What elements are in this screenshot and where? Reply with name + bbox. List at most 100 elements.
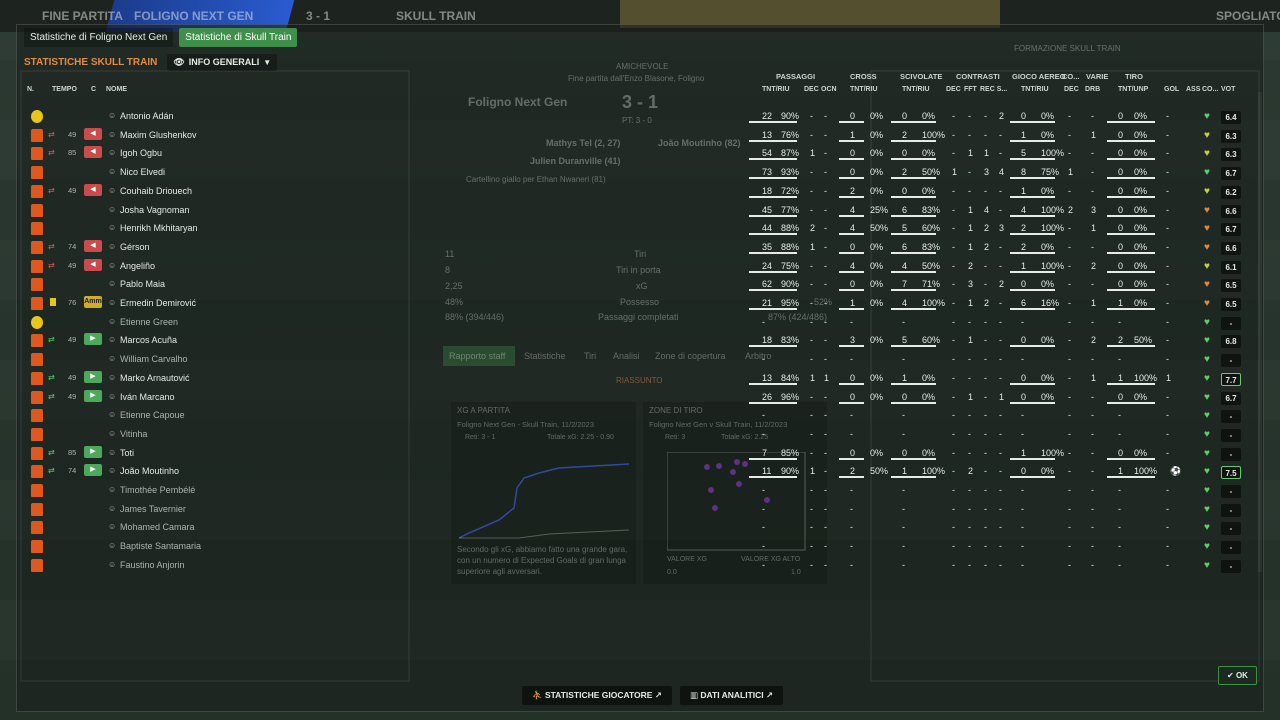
player-name[interactable]: Toti	[120, 448, 134, 458]
table-row[interactable]: ☺ Etienne Green - - - - - - - - - - - - - - ♥ -	[24, 314, 1252, 332]
player-name[interactable]: Henrikh Mkhitaryan	[120, 223, 198, 233]
table-row[interactable]: ☺ Josha Vagnoman 45 77% - -4 25% 6 83% -1 4-4 100% 2…	[24, 202, 1252, 220]
tab-away-stats[interactable]: Statistiche di Skull Train	[179, 28, 298, 47]
player-name[interactable]: Vitinha	[120, 429, 147, 439]
player-name[interactable]: Marko Arnautović	[120, 373, 190, 383]
column-header-4[interactable]: TNT/RIU	[762, 86, 790, 93]
ok-button[interactable]: ✔ OK	[1218, 666, 1257, 685]
player-profile-icon[interactable]: ☺	[108, 167, 116, 176]
player-profile-icon[interactable]: ☺	[108, 522, 116, 531]
player-profile-icon[interactable]: ☺	[108, 354, 116, 363]
player-stats-button[interactable]: ⛹ STATISTICHE GIOCATORE ↗	[522, 686, 672, 705]
player-name[interactable]: Pablo Maia	[120, 279, 165, 289]
player-name[interactable]: Marcos Acuña	[120, 335, 177, 345]
table-row[interactable]: ⇄ ◀ 74 ☺ Gérson 35 88% 1-0 0% 6 83% -1 2-2 0% - -0 0% - ♥ 6…	[24, 239, 1252, 257]
info-dropdown[interactable]: 👁 INFO GENERALI ▼	[167, 54, 278, 71]
player-name[interactable]: Timothée Pembélé	[120, 485, 195, 495]
table-row[interactable]: ⇄ ◀ 49 ☺ Maxim Glushenkov 13 76% - -1 0% 2 100% - - - -…	[24, 127, 1252, 145]
table-row[interactable]: ⇄ ◀ 85 ☺ Igoh Ogbu 54 87% 1-0 0% 0 0% -1 1-5 100% - -0 0…	[24, 145, 1252, 163]
player-profile-icon[interactable]: ☺	[108, 504, 116, 513]
table-row[interactable]: ☺ Antonio Adán 22 90% - -0 0% 0 0% - - -2 0 0% - -0 0% - ♥…	[24, 108, 1252, 126]
player-name[interactable]: Maxim Glushenkov	[120, 130, 197, 140]
column-header-7[interactable]: TNT/RIU	[850, 86, 878, 93]
column-header-3[interactable]: NOME	[106, 86, 127, 93]
player-name[interactable]: Faustino Anjorin	[120, 560, 185, 570]
player-profile-icon[interactable]: ☺	[108, 242, 116, 251]
player-profile-icon[interactable]: ☺	[108, 279, 116, 288]
player-profile-icon[interactable]: ☺	[108, 410, 116, 419]
table-row[interactable]: ⇄ ▶ 49 ☺ Marko Arnautović 13 84% 1 1 0 0% 1 0% - - - -0 0…	[24, 370, 1252, 388]
table-row[interactable]: ⇄ ◀ 49 ☺ Couhaib Driouech 18 72% - -2 0% 0 0% - - - -1 0…	[24, 183, 1252, 201]
player-name[interactable]: James Tavernier	[120, 504, 186, 514]
player-name[interactable]: Gérson	[120, 242, 150, 252]
player-profile-icon[interactable]: ☺	[108, 429, 116, 438]
analytics-button[interactable]: ▥ DATI ANALITICI ↗	[679, 686, 784, 705]
table-row[interactable]: ☺ Baptiste Santamaria - - - - - - - - - - - - - - ♥ -	[24, 538, 1252, 556]
player-profile-icon[interactable]: ☺	[108, 186, 116, 195]
column-header-10[interactable]: FFT	[964, 86, 977, 93]
player-profile-icon[interactable]: ☺	[108, 335, 116, 344]
player-name[interactable]: Etienne Capoue	[120, 410, 185, 420]
table-row[interactable]: ☺ James Tavernier - - - - - - - - - - - - - - ♥ -	[24, 501, 1252, 519]
player-name[interactable]: Angeliño	[120, 261, 155, 271]
player-name[interactable]: Nico Elvedi	[120, 167, 165, 177]
player-name[interactable]: Igoh Ogbu	[120, 148, 162, 158]
column-header-16[interactable]: GOL	[1164, 86, 1179, 93]
column-header-9[interactable]: DEC	[946, 86, 961, 93]
table-row[interactable]: ☺ Nico Elvedi 73 93% - -0 0% 2 50% 1-3 4 8 75% 1-0 0% -…	[24, 164, 1252, 182]
player-profile-icon[interactable]: ☺	[108, 560, 116, 569]
column-header-17[interactable]: ASS	[1186, 86, 1200, 93]
table-row[interactable]: ☺ Vitinha - - - - - - - - - - - - - - ♥ -	[24, 426, 1252, 444]
player-name[interactable]: Iván Marcano	[120, 392, 175, 402]
player-profile-icon[interactable]: ☺	[108, 223, 116, 232]
table-row[interactable]: ☺ Henrikh Mkhitaryan 44 88% 2-4 50% 5 60% -1 2 3 2 1…	[24, 220, 1252, 238]
table-row[interactable]: ⇄ ▶ 49 ☺ Iván Marcano 26 96% - -0 0% 0 0% -1-1 0 0% - -0…	[24, 389, 1252, 407]
column-header-19[interactable]: VOT	[1221, 86, 1235, 93]
player-name[interactable]: Mohamed Camara	[120, 522, 195, 532]
player-name[interactable]: William Carvalho	[120, 354, 188, 364]
player-profile-icon[interactable]: ☺	[108, 261, 116, 270]
column-header-13[interactable]: DEC	[1064, 86, 1079, 93]
player-name[interactable]: Josha Vagnoman	[120, 205, 189, 215]
player-profile-icon[interactable]: ☺	[108, 317, 116, 326]
table-row[interactable]: Amm 76 ☺ Ermedin Demirović 21 95% - -1 0% 4 100% -1…	[24, 295, 1252, 313]
table-row[interactable]: ☺ Etienne Capoue - - - - - - - - - - - - - - ♥ -	[24, 407, 1252, 425]
player-profile-icon[interactable]: ☺	[108, 541, 116, 550]
player-profile-icon[interactable]: ☺	[108, 298, 116, 307]
player-name[interactable]: Couhaib Driouech	[120, 186, 192, 196]
column-header-1[interactable]: TEMPO	[52, 86, 77, 93]
column-header-11[interactable]: REC S...	[980, 86, 1007, 93]
column-header-8[interactable]: TNT/RIU	[902, 86, 930, 93]
column-header-2[interactable]: C	[91, 86, 96, 93]
table-scrollbar[interactable]	[1258, 92, 1262, 572]
table-row[interactable]: ⇄ ◀ 49 ☺ Angeliño 24 75% - -4 0% 4 50% -2- -1 100% -2 0 0…	[24, 258, 1252, 276]
player-name[interactable]: Antonio Adán	[120, 111, 174, 121]
table-row[interactable]: ☺ Timothée Pembélé - - - - - - - - - - - - - - ♥ -	[24, 482, 1252, 500]
column-header-15[interactable]: TNT/UNP	[1118, 86, 1148, 93]
player-profile-icon[interactable]: ☺	[108, 205, 116, 214]
column-header-12[interactable]: TNT/RIU	[1021, 86, 1049, 93]
table-row[interactable]: ☺ Faustino Anjorin - - - - - - - - - - - - - - ♥ -	[24, 557, 1252, 575]
column-header-18[interactable]: CO...	[1202, 86, 1218, 93]
column-header-5[interactable]: DEC	[804, 86, 819, 93]
column-header-0[interactable]: N.	[27, 86, 34, 93]
table-row[interactable]: ☺ Pablo Maia 62 90% - -0 0% 7 71% -3-2 0 0% - -0 0% - ♥ 6…	[24, 276, 1252, 294]
player-profile-icon[interactable]: ☺	[108, 373, 116, 382]
table-row[interactable]: ☺ Mohamed Camara - - - - - - - - - - - - - - ♥ -	[24, 519, 1252, 537]
table-row[interactable]: ⇄ ▶ 49 ☺ Marcos Acuña 18 83% - -3 0% 5 60% -1- -0 0% -2…	[24, 332, 1252, 350]
player-name[interactable]: João Moutinho	[120, 466, 179, 476]
player-profile-icon[interactable]: ☺	[108, 448, 116, 457]
top-right-label[interactable]: SPOGLIATOIO	[1216, 9, 1280, 23]
player-name[interactable]: Baptiste Santamaria	[120, 541, 201, 551]
player-name[interactable]: Etienne Green	[120, 317, 178, 327]
tab-home-stats[interactable]: Statistiche di Foligno Next Gen	[24, 28, 174, 47]
table-row[interactable]: ⇄ ▶ 74 ☺ João Moutinho 11 90% 1-2 50% 1 100% -2- -0 0…	[24, 463, 1252, 481]
table-row[interactable]: ☺ William Carvalho - - - - - - - - - - - - - - ♥ -	[24, 351, 1252, 369]
table-row[interactable]: ⇄ ▶ 85 ☺ Toti 7 85% - -0 0% 0 0% - - - -1 100% - -0 0% - ♥ -	[24, 445, 1252, 463]
column-header-6[interactable]: OCN	[821, 86, 837, 93]
player-profile-icon[interactable]: ☺	[108, 485, 116, 494]
column-header-14[interactable]: DRB	[1085, 86, 1100, 93]
player-profile-icon[interactable]: ☺	[108, 392, 116, 401]
player-name[interactable]: Ermedin Demirović	[120, 298, 196, 308]
player-profile-icon[interactable]: ☺	[108, 466, 116, 475]
